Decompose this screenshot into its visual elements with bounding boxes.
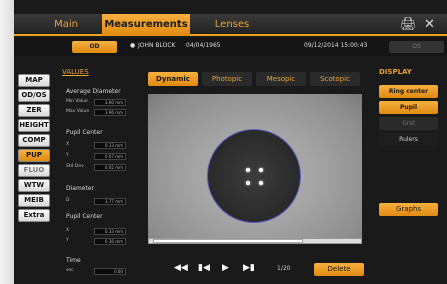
display-ring-center-button[interactable]: Ring center [379,85,438,98]
side-btn-map[interactable]: MAP [18,74,50,87]
scrollbar-thumb[interactable] [153,239,303,243]
diameter-d: 3.77 mm [94,198,126,205]
diameter-label: Diameter [66,185,95,192]
rewind-icon[interactable]: ◀◀ [174,263,188,273]
pupil-center-y: 0.07 mm [94,153,126,160]
max-value: 3.96 mm [94,109,126,116]
values-title: VALUES [62,68,89,76]
graphs-button[interactable]: Graphs [379,203,438,216]
glint [259,181,263,185]
side-btn-extra[interactable]: Extra [18,209,50,222]
pupil-center-x: 0.33 mm [94,142,126,149]
min-value: 3.60 mm [94,99,126,106]
glint [259,168,263,172]
diameter-d-label: D [66,198,70,203]
display-grid-button[interactable]: Grid [379,117,438,130]
mode-dynamic[interactable]: Dynamic [148,72,198,86]
patient-header: OD ● JOHN BLOCK 04/04/1965 09/12/2014 15… [14,38,447,56]
patient-icon: ● [130,42,136,49]
side-btn-zer[interactable]: ZER [18,104,50,117]
mode-scotopic[interactable]: Scotopic [310,72,360,86]
playback-controls: ◀◀ ▮◀ ▶ ▶▮ 1/20 Delete [142,258,368,280]
pupil-outline [207,129,301,223]
std-dev-label: Std Dev [66,164,84,169]
display-pupil-button[interactable]: Pupil [379,101,438,114]
app-screen: Main Measurements Lenses 🖨 ✕ OD ● JOHN B… [0,0,447,284]
mode-mesopic[interactable]: Mesopic [256,72,306,86]
pupil-center-x-label: X [66,142,70,147]
frame-counter: 1/20 [277,265,291,272]
max-value-label: Max Value [66,109,90,114]
tab-measurements[interactable]: Measurements [102,14,190,36]
frame-scrollbar[interactable] [148,238,362,244]
side-btn-odos[interactable]: OD/OS [18,89,50,102]
pupil-center2-x-label: X [66,228,70,233]
pupil-center2-y: 0.36 mm [94,238,126,245]
play-icon[interactable]: ▶ [222,263,229,273]
pupil-center2-label: Pupil Center [66,213,103,220]
pupil-center2-y-label: Y [66,238,69,243]
device-bezel [0,0,14,284]
pupil-center2-x: 0.33 mm [94,228,126,235]
tab-lenses[interactable]: Lenses [202,14,262,36]
std-dev: 0.02 mm [94,164,126,171]
display-rulers-button[interactable]: Rulers [379,133,438,146]
patient-dob: 04/04/1965 [186,42,221,49]
exam-datetime: 09/12/2014 15:00:43 [304,42,368,49]
tab-main[interactable]: Main [36,14,96,36]
pupil-image[interactable] [148,94,362,244]
pupil-center-y-label: Y [66,153,69,158]
side-btn-height[interactable]: HEIGHT [18,119,50,132]
min-value-label: Min Value [66,99,88,104]
pupil-center-label: Pupil Center [66,129,103,136]
time-label: Time [66,257,81,264]
step-back-icon[interactable]: ▮◀ [198,263,210,273]
side-btn-pup[interactable]: PUP [18,149,50,162]
side-btn-meib[interactable]: MEIB [18,194,50,207]
tools-icon[interactable]: ✕ [424,17,435,32]
eye-os-button[interactable]: OS [389,41,444,53]
delete-button[interactable]: Delete [314,263,364,276]
top-tab-bar: Main Measurements Lenses 🖨 ✕ [14,14,447,36]
time-sec: 0.00 [94,268,126,275]
glint [246,168,250,172]
printer-icon[interactable]: 🖨 [400,17,417,32]
avg-diameter-label: Average Diameter [66,88,121,95]
step-forward-icon[interactable]: ▶▮ [243,263,255,273]
mode-photopic[interactable]: Photopic [202,72,252,86]
time-sec-label: sec [66,268,74,273]
patient-name: JOHN BLOCK [138,42,176,49]
side-btn-fluo[interactable]: FLUO [18,164,50,177]
glint [246,181,250,185]
side-btn-wtw[interactable]: WTW [18,179,50,192]
eye-od-button[interactable]: OD [72,41,117,53]
display-title: DISPLAY [379,68,412,76]
side-btn-comp[interactable]: COMP [18,134,50,147]
